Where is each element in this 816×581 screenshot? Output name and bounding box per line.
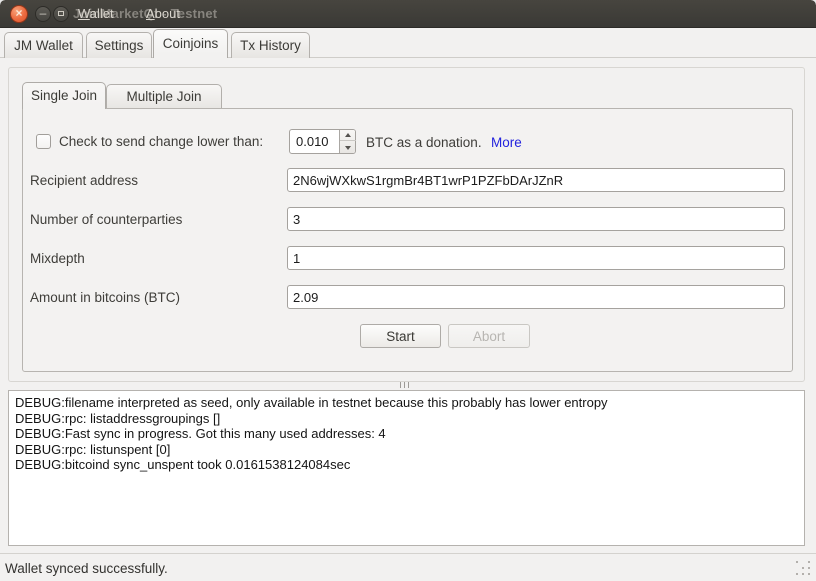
donation-checkbox-label: Check to send change lower than: [59,134,263,149]
counterparties-input[interactable] [287,207,785,231]
status-message: Wallet synced successfully. [5,561,168,576]
tab-tx-history[interactable]: Tx History [231,32,310,58]
donation-amount-spinbox [289,129,356,154]
log-line: DEBUG:rpc: listunspent [0] [15,442,798,458]
menubar-item-about[interactable]: About [146,0,180,28]
debug-log-area[interactable]: DEBUG:filename interpreted as seed, only… [8,390,805,546]
log-line: DEBUG:bitcoind sync_unspent took 0.01615… [15,457,798,473]
tab-jm-wallet[interactable]: JM Wallet [4,32,83,58]
log-line: DEBUG:rpc: listaddressgroupings [] [15,411,798,427]
tab-single-join[interactable]: Single Join [22,82,106,109]
resize-grip-dots [796,561,798,563]
donation-checkbox[interactable] [36,134,51,149]
log-line: DEBUG:Fast sync in progress. Got this ma… [15,426,798,442]
amount-btc-label: Amount in bitcoins (BTC) [30,290,180,305]
resize-grip[interactable] [796,561,812,577]
tab-settings[interactable]: Settings [86,32,152,58]
maximize-square-glyph [58,11,64,16]
maximize-icon[interactable] [53,6,69,22]
titlebar: × – JoinMarketQt - Testnet Wallet About [0,0,816,28]
mixdepth-label: Mixdepth [30,251,85,266]
mixdepth-input[interactable] [287,246,785,270]
donation-suffix-text: BTC as a donation. [366,135,482,150]
counterparties-label: Number of counterparties [30,212,182,227]
main-tabbar: JM Wallet Settings Coinjoins Tx History [0,28,816,58]
status-bar: Wallet synced successfully. [0,553,816,581]
close-icon[interactable]: × [10,5,28,23]
spinbox-steppers [339,130,355,153]
recipient-address-label: Recipient address [30,173,138,188]
spin-up-icon[interactable] [340,130,356,141]
amount-btc-input[interactable] [287,285,785,309]
tab-coinjoins[interactable]: Coinjoins [153,29,228,58]
log-line: DEBUG:filename interpreted as seed, only… [15,395,798,411]
recipient-address-input[interactable] [287,168,785,192]
tab-multiple-join[interactable]: Multiple Join [106,84,222,109]
donation-amount-input[interactable] [290,130,339,153]
abort-button[interactable]: Abort [448,324,530,348]
start-button[interactable]: Start [360,324,441,348]
spin-down-icon[interactable] [340,142,356,153]
menubar-item-wallet[interactable]: Wallet [78,0,114,28]
joinmarket-window: × – JoinMarketQt - Testnet Wallet About … [0,0,816,581]
minimize-icon[interactable]: – [35,6,51,22]
donation-more-link[interactable]: More [491,135,522,150]
splitter-handle[interactable] [398,382,414,389]
